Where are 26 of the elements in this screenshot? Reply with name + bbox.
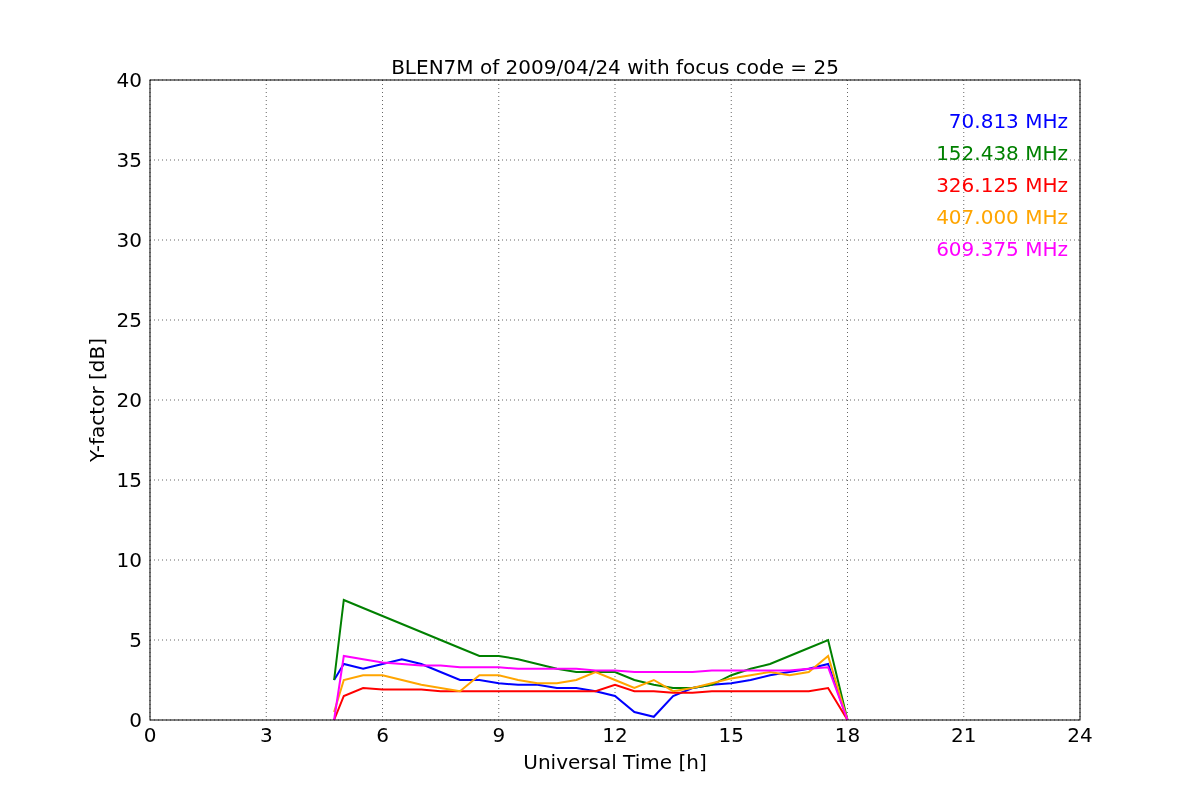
x-tick-label: 24 (1067, 723, 1093, 747)
legend-label: 609.375 MHz (936, 237, 1068, 261)
x-tick-label: 21 (951, 723, 977, 747)
x-tick-label: 18 (834, 723, 861, 747)
y-axis-label: Y-factor [dB] (85, 338, 109, 462)
y-tick-label: 35 (116, 148, 142, 172)
x-tick-label: 3 (259, 723, 273, 747)
y-tick-label: 0 (129, 708, 142, 732)
legend-label: 70.813 MHz (948, 109, 1068, 133)
y-tick-label: 25 (116, 308, 142, 332)
y-tick-label: 10 (116, 548, 142, 572)
x-tick-label: 9 (492, 723, 506, 747)
x-tick-label: 6 (376, 723, 389, 747)
x-tick-label: 15 (718, 723, 744, 747)
x-axis-label: Universal Time [h] (523, 750, 707, 774)
x-tick-label: 0 (143, 723, 157, 747)
chart-title: BLEN7M of 2009/04/24 with focus code = 25 (391, 55, 839, 79)
y-tick-label: 5 (129, 628, 142, 652)
y-tick-label: 30 (116, 228, 142, 252)
x-tick-label: 12 (602, 723, 628, 747)
legend-label: 152.438 MHz (936, 141, 1068, 165)
y-tick-label: 15 (116, 468, 142, 492)
y-tick-label: 20 (116, 388, 142, 412)
legend-label: 407.000 MHz (936, 205, 1068, 229)
legend-label: 326.125 MHz (936, 173, 1068, 197)
y-tick-label: 40 (116, 68, 142, 92)
